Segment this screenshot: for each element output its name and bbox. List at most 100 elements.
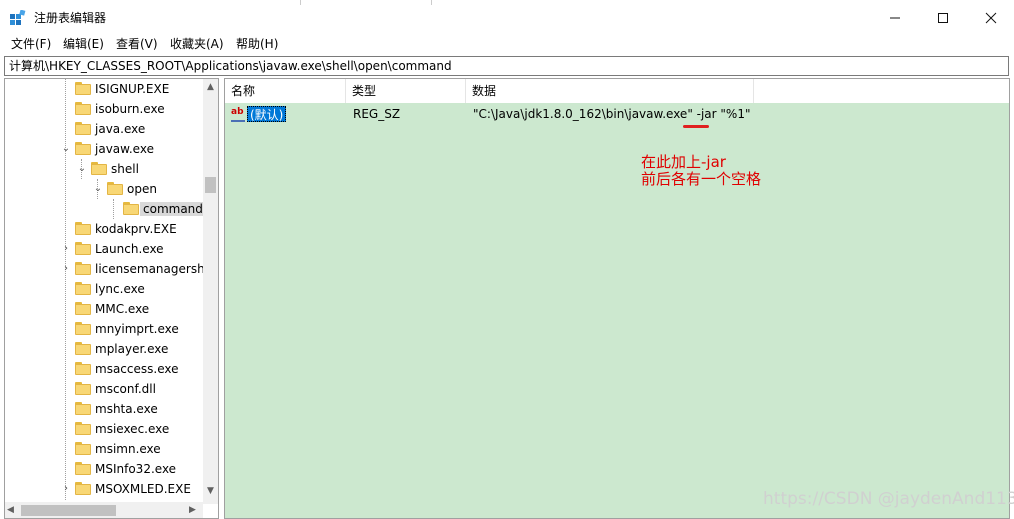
folder-icon [123,202,139,215]
tree-node[interactable]: ⌄ javaw.exe [5,139,203,159]
tree-node-label: lync.exe [95,282,145,296]
column-header-type[interactable]: 类型 [346,79,466,103]
tree-node-label: ISIGNUP.EXE [95,82,170,96]
tree-node[interactable]: lync.exe [5,279,203,299]
scroll-thumb[interactable] [205,177,216,193]
chevron-down-icon[interactable]: ⌄ [93,182,103,196]
menu-help[interactable]: 帮助(H) [236,36,278,52]
registry-editor-icon [10,10,26,25]
no-expand-indicator [61,222,71,236]
value-row-default[interactable]: ab (默认) REG_SZ "C:\Java\jdk1.8.0_162\bin… [225,104,1009,124]
tree-node[interactable]: isoburn.exe [5,99,203,119]
tree-node-label: open [127,182,157,196]
folder-icon [75,222,91,235]
menu-view[interactable]: 查看(V) [116,36,158,52]
folder-icon [75,82,91,95]
tree-node-label: mshta.exe [95,402,158,416]
tree-node[interactable]: › Launch.exe [5,239,203,259]
tree-node-label: javaw.exe [95,142,154,156]
address-bar[interactable]: 计算机\HKEY_CLASSES_ROOT\Applications\javaw… [4,56,1009,76]
window-title: 注册表编辑器 [34,11,107,25]
menu-favorites[interactable]: 收藏夹(A) [170,36,224,52]
folder-icon [75,122,91,135]
scroll-down-arrow-icon[interactable]: ▼ [203,483,218,500]
chevron-right-icon[interactable]: › [61,242,71,256]
chevron-down-icon[interactable]: ⌄ [61,142,71,156]
tree-node[interactable]: msconf.dll [5,379,203,399]
tree-vertical-scrollbar[interactable] [203,79,218,504]
folder-icon [75,262,91,275]
value-name[interactable]: (默认) [247,106,287,122]
maximize-button[interactable] [920,0,966,36]
tree-node[interactable]: ISIGNUP.EXE [5,79,203,99]
tree-node[interactable]: java.exe [5,119,203,139]
watermark: https://CSDN @jaydenAnd113 [763,489,1014,509]
tree-node[interactable]: msimn.exe [5,439,203,459]
horizontal-scroll-thumb[interactable] [21,505,116,516]
folder-icon [75,422,91,435]
no-expand-indicator [61,282,71,296]
no-expand-indicator [61,442,71,456]
tree-node-label: mnyimprt.exe [95,322,179,336]
tree-node[interactable]: ⌄ open [5,179,203,199]
close-button[interactable] [968,0,1014,36]
folder-icon [75,382,91,395]
tree-node[interactable]: msaccess.exe [5,359,203,379]
tree-node-label: MMC.exe [95,302,150,316]
scroll-right-arrow-icon[interactable]: ▶ [189,502,201,518]
chevron-right-icon[interactable]: › [61,262,71,276]
no-expand-indicator [61,402,71,416]
tree-node-label: msaccess.exe [95,362,179,376]
no-expand-indicator [61,102,71,116]
folder-icon [75,302,91,315]
no-expand-indicator [61,342,71,356]
tree-node[interactable]: › licensemanagershe [5,259,212,279]
tree-node[interactable]: msiexec.exe [5,419,203,439]
address-path: 计算机\HKEY_CLASSES_ROOT\Applications\javaw… [9,59,452,73]
no-expand-indicator [61,122,71,136]
tree-node[interactable]: mplayer.exe [5,339,203,359]
string-value-icon: ab [231,107,245,122]
tree-node[interactable]: MMC.exe [5,299,203,319]
tree-node[interactable]: ⌄ shell [5,159,203,179]
tree-node[interactable]: mnyimprt.exe [5,319,203,339]
maximize-icon [938,13,948,23]
folder-icon [75,482,91,495]
tree-node[interactable]: command [5,199,206,219]
chevron-down-icon[interactable]: ⌄ [77,162,87,176]
annotation-underline [683,125,709,128]
chevron-right-icon[interactable]: › [61,482,71,496]
tree-node[interactable]: kodakprv.EXE [5,219,203,239]
folder-icon [75,142,91,155]
no-expand-indicator [61,462,71,476]
values-list-pane[interactable]: 名称 类型 数据 ab (默认) REG_SZ "C:\Java\jdk1.8.… [224,78,1014,519]
column-header-data[interactable]: 数据 [466,79,754,103]
scroll-up-arrow-icon[interactable]: ▲ [203,79,218,96]
no-expand-indicator [61,422,71,436]
minimize-icon [890,17,900,19]
tree-node[interactable]: › MSOXMLED.EXE [5,479,203,499]
no-expand-indicator [61,82,71,96]
no-expand-indicator [61,322,71,336]
tree-node-label: shell [111,162,139,176]
tree-node[interactable]: MSInfo32.exe [5,459,203,479]
folder-icon [75,442,91,455]
no-expand-indicator [61,382,71,396]
tree-node-label: msiexec.exe [95,422,170,436]
minimize-button[interactable] [872,0,918,36]
tree-node-label: isoburn.exe [95,102,165,116]
folder-icon [75,102,91,115]
key-tree-pane[interactable]: ISIGNUP.EXE isoburn.exe java.exe ⌄ javaw.exe… [4,78,219,519]
folder-icon [75,282,91,295]
scroll-left-arrow-icon[interactable]: ◀ [7,502,19,518]
column-header-name[interactable]: 名称 [225,79,346,103]
menu-file[interactable]: 文件(F) [11,36,51,52]
tree-node-label: java.exe [95,122,146,136]
folder-icon [75,342,91,355]
tree-node[interactable]: mshta.exe [5,399,203,419]
menu-edit[interactable]: 编辑(E) [63,36,104,52]
folder-icon [75,362,91,375]
tree-node-label: kodakprv.EXE [95,222,177,236]
folder-icon [107,182,123,195]
annotation-line-2: 前后各有一个空格 [641,170,762,188]
